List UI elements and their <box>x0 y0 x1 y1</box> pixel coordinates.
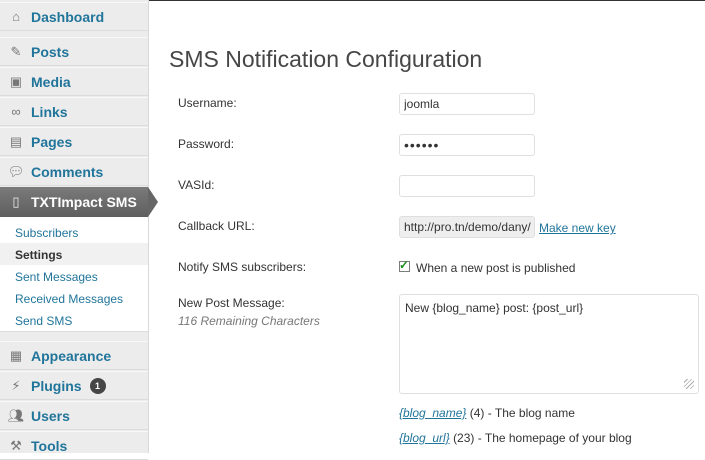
menu-links[interactable]: ∞ Links <box>0 97 148 126</box>
appearance-icon: ▦ <box>9 347 23 363</box>
menu-pages-label: Pages <box>31 133 73 150</box>
password-input[interactable] <box>399 134 535 156</box>
tag-description: - The blog name <box>487 406 575 420</box>
pages-icon: ▤ <box>9 133 23 149</box>
menu-posts-label: Posts <box>31 43 70 60</box>
admin-sidebar: ⌂ Dashboard ✎ Posts ▣ Media ∞ Links ▤ Pa… <box>0 0 149 460</box>
users-icon: 👥︎ <box>7 407 25 423</box>
new-post-message-textarea[interactable]: New {blog_name} post: {post_url} <box>399 294 699 394</box>
menu-tools-label: Tools <box>31 437 68 454</box>
plugins-update-badge: 1 <box>89 377 106 394</box>
callback-url-label: Callback URL: <box>178 219 255 233</box>
new-post-message-label: New Post Message: <box>178 296 285 310</box>
media-icon: ▣ <box>9 73 23 89</box>
menu-dashboard-label: Dashboard <box>31 8 105 25</box>
menu-comments[interactable]: 💬︎ Comments <box>0 157 148 186</box>
menu-links-label: Links <box>31 103 68 120</box>
menu-plugins[interactable]: ⚡︎ Plugins 1 <box>0 371 148 400</box>
menu-tools[interactable]: ⚒︎ Tools <box>0 431 148 460</box>
active-menu-arrow <box>148 187 158 217</box>
resize-grip-icon[interactable] <box>684 379 694 389</box>
tag-help-row: {blog_name} (4) - The blog name <box>399 406 575 420</box>
notify-checkbox[interactable]: ✓ <box>399 258 410 272</box>
tag-count: (23) <box>453 431 475 445</box>
menu-plugins-label: Plugins <box>31 377 82 394</box>
menu-comments-label: Comments <box>31 163 104 180</box>
tools-icon: ⚒︎ <box>10 437 22 453</box>
menu-appearance-label: Appearance <box>31 347 112 364</box>
link-icon: ∞ <box>11 104 21 119</box>
tag-help-row: {blog_url} (23) - The homepage of your b… <box>399 431 632 445</box>
plug-icon: ⚡︎ <box>11 377 21 393</box>
tag-token-link[interactable]: {blog_name} <box>399 406 466 420</box>
menu-media-label: Media <box>31 73 71 90</box>
menu-dashboard[interactable]: ⌂ Dashboard <box>0 2 148 31</box>
home-icon: ⌂ <box>12 9 20 24</box>
password-label: Password: <box>178 137 235 151</box>
username-input[interactable] <box>399 93 535 115</box>
vasid-label: VASId: <box>178 178 215 192</box>
phone-icon: ▯ <box>12 194 20 209</box>
menu-appearance[interactable]: ▦ Appearance <box>0 341 148 370</box>
menu-users[interactable]: 👥︎ Users <box>0 401 148 430</box>
notify-checkbox-label: When a new post is published <box>416 261 576 275</box>
submenu-settings[interactable]: Settings <box>15 248 62 262</box>
submenu-sent-messages[interactable]: Sent Messages <box>15 270 98 284</box>
remaining-characters: 116 Remaining Characters <box>178 314 320 328</box>
menu-txtimpact-sms-label: TXTImpact SMS <box>31 194 137 210</box>
menu-posts[interactable]: ✎ Posts <box>0 37 148 66</box>
menu-users-label: Users <box>31 407 70 424</box>
make-new-key-link[interactable]: Make new key <box>539 221 616 235</box>
comment-bubble-icon: 💬︎ <box>7 163 25 179</box>
notify-label: Notify SMS subscribers: <box>178 260 307 274</box>
menu-txtimpact-sms[interactable]: ▯ TXTImpact SMS <box>0 187 148 217</box>
tag-description: - The homepage of your blog <box>477 431 632 445</box>
callback-url-field[interactable]: http://pro.tn/demo/dany/ <box>399 216 535 238</box>
tag-count: (4) <box>469 406 485 420</box>
menu-media[interactable]: ▣ Media <box>0 67 148 96</box>
top-border <box>149 0 705 1</box>
username-label: Username: <box>178 96 237 110</box>
submenu-received-messages[interactable]: Received Messages <box>15 292 123 306</box>
pushpin-icon: ✎ <box>10 43 22 59</box>
submenu-send-sms[interactable]: Send SMS <box>15 314 72 328</box>
menu-pages[interactable]: ▤ Pages <box>0 127 148 156</box>
page-title: SMS Notification Configuration <box>169 46 483 72</box>
sms-submenu: Subscribers Settings Sent Messages Recei… <box>0 217 148 332</box>
check-icon: ✓ <box>399 258 410 272</box>
vasid-input[interactable] <box>399 175 535 197</box>
submenu-subscribers[interactable]: Subscribers <box>15 226 78 240</box>
tag-token-link[interactable]: {blog_url} <box>399 431 450 445</box>
